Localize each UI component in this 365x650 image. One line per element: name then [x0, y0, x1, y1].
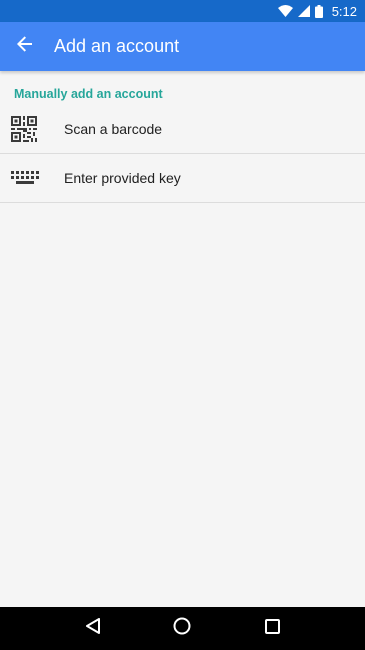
nav-recents-button[interactable] — [252, 609, 292, 649]
nav-home-button[interactable] — [162, 609, 202, 649]
keyboard-icon — [0, 171, 64, 185]
arrow-back-icon — [17, 36, 33, 57]
back-button[interactable] — [1, 22, 49, 71]
content-area: Manually add an account Scan a barcode E… — [0, 71, 365, 607]
scan-barcode-item[interactable]: Scan a barcode — [0, 105, 365, 154]
home-circle-icon — [173, 617, 191, 640]
wifi-icon — [277, 5, 293, 17]
signal-icon — [297, 5, 310, 17]
battery-icon — [314, 4, 323, 18]
qr-code-icon — [0, 116, 64, 142]
section-header: Manually add an account — [14, 87, 163, 101]
recents-square-icon — [264, 618, 280, 639]
enter-key-item[interactable]: Enter provided key — [0, 154, 365, 203]
nav-back-button[interactable] — [73, 609, 113, 649]
status-time: 5:12 — [331, 3, 357, 19]
page-title: Add an account — [54, 36, 180, 56]
scan-barcode-label: Scan a barcode — [64, 121, 163, 137]
app-bar: Add an account — [0, 22, 365, 71]
enter-key-label: Enter provided key — [64, 170, 181, 186]
navigation-bar — [0, 607, 365, 650]
status-bar: 5:12 — [0, 0, 365, 22]
back-triangle-icon — [85, 618, 101, 639]
